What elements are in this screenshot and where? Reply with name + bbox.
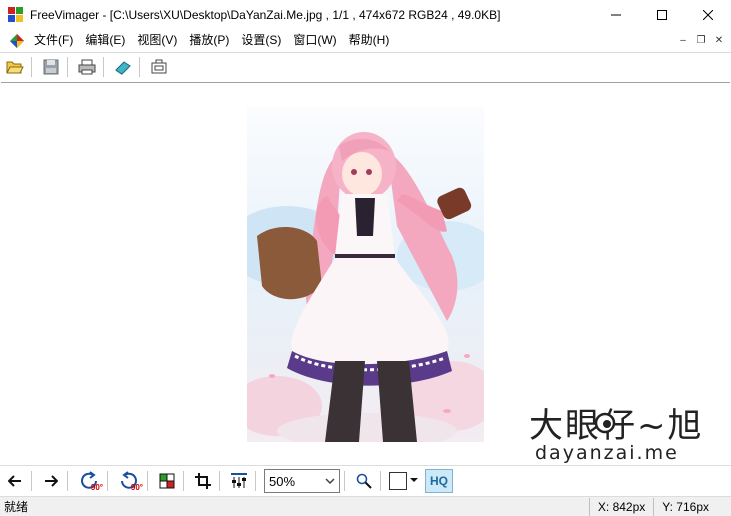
maximize-button[interactable] xyxy=(639,0,685,30)
close-icon xyxy=(703,10,713,20)
arrow-right-icon xyxy=(45,475,58,487)
adjust-icon xyxy=(231,473,247,488)
close-button[interactable] xyxy=(685,0,731,30)
cursor-x-coordinate: X: 842px xyxy=(588,497,653,516)
toolbar-separator xyxy=(183,471,184,491)
toolbar-separator xyxy=(344,471,345,491)
zoom-select[interactable]: 50% xyxy=(264,469,340,493)
status-bar: 就绪 X: 842px Y: 716px xyxy=(0,496,731,516)
menu-file[interactable]: 文件(F) xyxy=(28,30,79,51)
toolbar-separator xyxy=(139,57,140,77)
hq-toggle-button[interactable]: HQ xyxy=(425,469,453,493)
menu-settings[interactable]: 设置(S) xyxy=(235,30,287,51)
window-title: FreeVimager - [C:\Users\XU\Desktop\DaYan… xyxy=(30,8,501,22)
next-button[interactable] xyxy=(39,470,63,492)
chevron-down-icon xyxy=(325,478,335,484)
toolbar-separator xyxy=(31,57,32,77)
toolbar-separator xyxy=(103,57,104,77)
mdi-close-button[interactable]: ✕ xyxy=(711,33,727,48)
mdi-restore-button[interactable]: ❐ xyxy=(693,33,709,48)
toolbar-separator xyxy=(67,57,68,77)
menu-view[interactable]: 视图(V) xyxy=(131,30,183,51)
save-button[interactable] xyxy=(39,56,63,78)
arrow-left-icon xyxy=(8,475,21,487)
scan-icon xyxy=(115,61,131,75)
app-logo-icon xyxy=(8,7,24,23)
color-palette-icon xyxy=(159,473,175,489)
rotate-cw-label: 90° xyxy=(130,483,143,492)
previous-button[interactable] xyxy=(3,470,27,492)
rotate-cw-button[interactable]: 90° xyxy=(115,470,143,492)
menu-window[interactable]: 窗口(W) xyxy=(287,30,342,51)
crop-icon xyxy=(195,473,211,489)
watermark-logo-text: 大眼仔~旭 xyxy=(529,406,704,446)
capture-button[interactable] xyxy=(147,56,171,78)
image-viewport[interactable]: 大眼仔~旭 dayanzai.me xyxy=(1,82,730,464)
background-color-swatch xyxy=(389,472,407,490)
menu-help[interactable]: 帮助(H) xyxy=(343,30,396,51)
save-icon xyxy=(43,59,59,75)
toolbar-separator xyxy=(31,471,32,491)
crop-button[interactable] xyxy=(191,470,215,492)
adjust-button[interactable] xyxy=(227,470,251,492)
background-color-button[interactable] xyxy=(389,469,419,493)
bottom-toolbar: 90° 90° 50% HQ xyxy=(0,465,731,496)
maximize-icon xyxy=(657,10,667,20)
toolbar-separator xyxy=(147,471,148,491)
scan-button[interactable] xyxy=(111,56,135,78)
main-toolbar xyxy=(0,52,731,81)
menu-edit[interactable]: 编辑(E) xyxy=(79,30,131,51)
zoom-value: 50% xyxy=(269,473,296,489)
toolbar-separator xyxy=(380,471,381,491)
rotate-ccw-button[interactable]: 90° xyxy=(75,470,103,492)
print-button[interactable] xyxy=(75,56,99,78)
minimize-icon xyxy=(611,14,621,16)
open-folder-icon xyxy=(6,61,24,74)
minimize-button[interactable] xyxy=(593,0,639,30)
color-button[interactable] xyxy=(155,470,179,492)
document-icon[interactable] xyxy=(10,33,24,48)
status-message: 就绪 xyxy=(4,500,29,514)
capture-icon xyxy=(151,59,167,74)
watermark-logo: 大眼仔~旭 dayanzai.me xyxy=(527,403,727,464)
chevron-down-icon xyxy=(410,478,418,482)
toolbar-separator xyxy=(67,471,68,491)
menu-play[interactable]: 播放(P) xyxy=(183,30,235,51)
title-bar: FreeVimager - [C:\Users\XU\Desktop\DaYan… xyxy=(0,0,731,30)
menu-bar: 文件(F) 编辑(E) 视图(V) 播放(P) 设置(S) 窗口(W) 帮助(H… xyxy=(0,30,731,51)
toolbar-separator xyxy=(219,471,220,491)
open-button[interactable] xyxy=(3,56,27,78)
zoom-icon xyxy=(356,473,372,489)
mdi-minimize-button[interactable]: – xyxy=(675,33,691,48)
watermark-domain: dayanzai.me xyxy=(535,442,679,463)
toolbar-separator xyxy=(255,471,256,491)
toolbar-separator xyxy=(107,471,108,491)
print-icon xyxy=(78,59,96,75)
rotate-ccw-label: 90° xyxy=(90,483,103,492)
cursor-y-coordinate: Y: 716px xyxy=(653,497,731,516)
zoom-button[interactable] xyxy=(352,470,376,492)
image-preview xyxy=(247,106,484,442)
